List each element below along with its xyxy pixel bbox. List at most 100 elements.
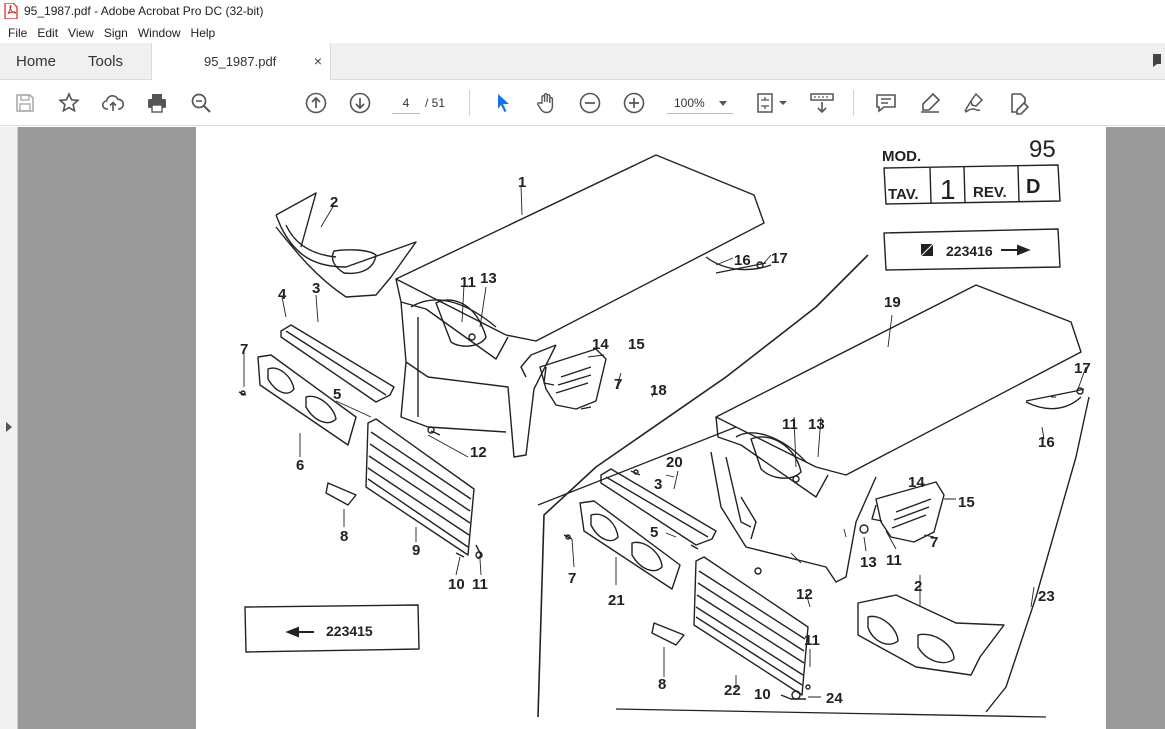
pdf-page: MOD. 95 TAV. 1 REV. D 223416 223415 1 2 …	[196, 127, 1106, 729]
current-page-input[interactable]: 4	[392, 92, 420, 114]
toolbar-divider	[469, 90, 470, 116]
part-label-11c: 11	[782, 416, 798, 433]
part-label-19: 19	[884, 294, 901, 311]
bookmark-star-icon[interactable]	[57, 91, 81, 115]
part-label-11d: 11	[886, 552, 902, 569]
part-label-3b: 3	[654, 476, 662, 493]
tab-home[interactable]: Home	[16, 43, 56, 80]
close-tab-icon[interactable]: ×	[314, 43, 322, 80]
mod-label: MOD.	[882, 148, 921, 165]
toolbar-divider	[853, 90, 854, 116]
select-pointer-icon[interactable]	[491, 91, 515, 115]
comment-icon[interactable]	[874, 91, 898, 115]
part-label-16: 16	[734, 252, 751, 269]
rev-value: D	[1026, 176, 1040, 198]
part-label-11: 11	[472, 576, 488, 593]
expand-arrow-icon	[6, 422, 12, 432]
document-viewer[interactable]: MOD. 95 TAV. 1 REV. D 223416 223415 1 2 …	[0, 127, 1165, 729]
part-label-5b: 5	[650, 524, 658, 541]
menu-view[interactable]: View	[63, 26, 99, 40]
part-label-2: 2	[330, 194, 338, 211]
tav-label: TAV.	[888, 186, 919, 203]
part-label-9: 9	[412, 542, 420, 559]
next-page-icon[interactable]	[348, 91, 372, 115]
upload-cloud-icon[interactable]	[101, 91, 125, 115]
draw-signature-icon[interactable]	[962, 91, 986, 115]
save-icon[interactable]	[13, 91, 37, 115]
menu-bar: File Edit View Sign Window Help	[0, 22, 1165, 43]
code-top: 223416	[946, 243, 993, 259]
part-label-13c: 13	[860, 554, 877, 571]
part-label-13: 13	[480, 270, 497, 287]
part-label-17: 17	[771, 250, 788, 267]
tab-bar: Home Tools 95_1987.pdf ×	[0, 43, 1165, 81]
part-label-7c: 7	[930, 534, 938, 551]
total-pages-label: / 51	[425, 96, 446, 110]
part-label-10b: 10	[754, 686, 771, 703]
menu-file[interactable]: File	[3, 26, 32, 40]
mod-value: 95	[1029, 136, 1056, 163]
zoom-search-icon[interactable]	[189, 91, 213, 115]
part-label-23: 23	[1038, 588, 1055, 605]
part-label-1: 1	[518, 174, 526, 191]
edit-pdf-icon[interactable]	[1006, 91, 1030, 115]
hand-tool-icon[interactable]	[534, 91, 558, 115]
menu-sign[interactable]: Sign	[99, 26, 133, 40]
part-label-11e: 11	[804, 632, 820, 649]
part-label-11b: 11	[460, 274, 476, 291]
part-labels-left: 1 2 3 4 5 6 7 8 9 10 11 12 11 13 14 15 7…	[240, 174, 788, 593]
part-label-18: 18	[650, 382, 667, 399]
chevron-down-icon	[719, 101, 727, 106]
part-label-3: 3	[312, 280, 320, 297]
window-title: 95_1987.pdf - Adobe Acrobat Pro DC (32-b…	[24, 4, 264, 18]
zoom-in-icon[interactable]	[622, 91, 646, 115]
arrow-left-icon	[285, 626, 314, 638]
part-label-5: 5	[333, 386, 341, 403]
menu-edit[interactable]: Edit	[32, 26, 63, 40]
part-label-22: 22	[724, 682, 741, 699]
comment-panel-icon[interactable]	[1147, 51, 1161, 71]
zoom-level-value: 100%	[674, 96, 705, 110]
revision-table-text: MOD. 95 TAV. 1 REV. D	[882, 136, 1056, 205]
part-label-7: 7	[240, 341, 248, 358]
document-tab-label: 95_1987.pdf	[204, 54, 277, 69]
tav-value: 1	[940, 174, 956, 205]
part-label-12b: 12	[796, 586, 813, 603]
page-fit-icon[interactable]	[754, 91, 790, 115]
rev-label: REV.	[973, 184, 1007, 201]
parts-diagram: MOD. 95 TAV. 1 REV. D 223416 223415 1 2 …	[238, 136, 1091, 718]
arrow-right-icon	[1001, 244, 1031, 256]
part-label-14: 14	[592, 336, 609, 353]
part-label-14b: 14	[908, 474, 925, 491]
part-label-8: 8	[340, 528, 348, 545]
zoom-level-select[interactable]: 100%	[667, 92, 733, 114]
part-label-15: 15	[628, 336, 645, 353]
part-label-12: 12	[470, 444, 487, 461]
part-label-13b: 13	[808, 416, 825, 433]
highlight-pen-icon[interactable]	[918, 91, 942, 115]
navigation-pane-toggle[interactable]	[0, 127, 18, 729]
code-bottom: 223415	[326, 623, 373, 639]
menu-window[interactable]: Window	[133, 26, 186, 40]
part-label-6: 6	[296, 457, 304, 474]
part-label-7d: 7	[568, 570, 576, 587]
tab-tools[interactable]: Tools	[88, 43, 123, 80]
pdf-file-icon	[4, 3, 18, 19]
title-bar: 95_1987.pdf - Adobe Acrobat Pro DC (32-b…	[0, 0, 1165, 22]
part-label-2b: 2	[914, 578, 922, 595]
zoom-out-icon[interactable]	[578, 91, 602, 115]
part-label-21: 21	[608, 592, 625, 609]
part-label-17b: 17	[1074, 360, 1091, 377]
toolbar: 4 / 51 100%	[0, 80, 1165, 126]
part-label-8b: 8	[658, 676, 666, 693]
part-label-15b: 15	[958, 494, 975, 511]
hood-assembly-1	[238, 154, 772, 560]
part-label-4: 4	[278, 286, 287, 303]
tab-document[interactable]: 95_1987.pdf ×	[151, 43, 331, 81]
scroll-mode-icon[interactable]	[809, 91, 835, 115]
menu-help[interactable]: Help	[186, 26, 221, 40]
part-label-7b: 7	[614, 376, 622, 393]
previous-page-icon[interactable]	[304, 91, 328, 115]
part-label-24: 24	[826, 690, 843, 707]
print-icon[interactable]	[145, 91, 169, 115]
